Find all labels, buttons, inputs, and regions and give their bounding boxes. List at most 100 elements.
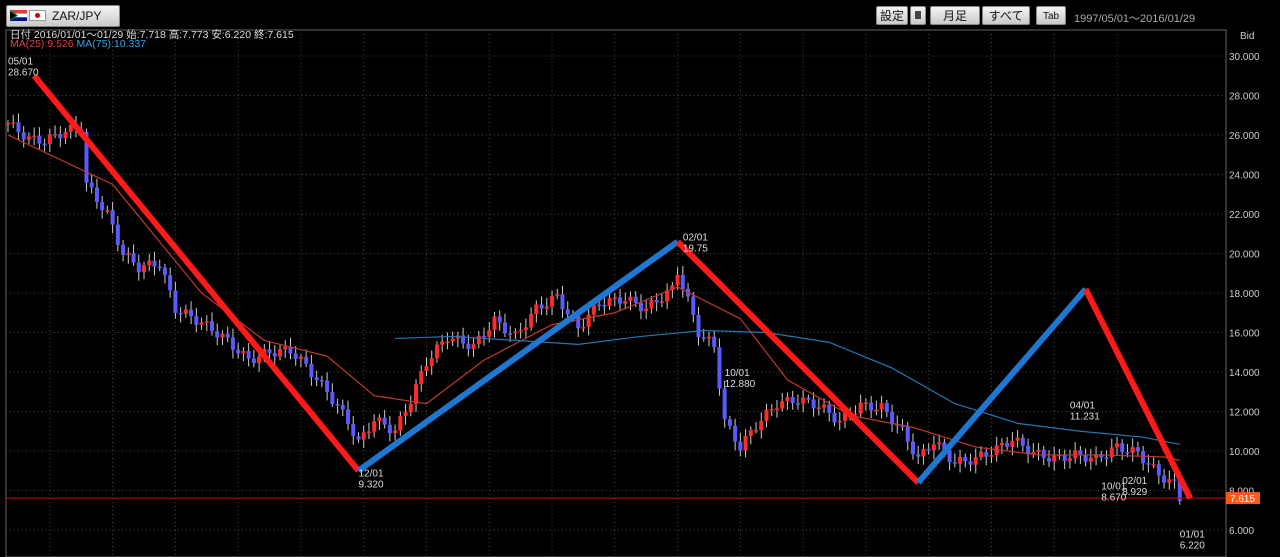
candle-body <box>644 308 649 312</box>
candle-body <box>121 244 126 255</box>
candle-body <box>94 187 99 203</box>
candle-body <box>602 305 607 307</box>
candle-body <box>722 388 727 420</box>
candle-body <box>586 314 591 328</box>
south-africa-flag-icon <box>10 10 27 21</box>
y-tick-label: 6.000 <box>1229 526 1254 537</box>
y-tick-label: 20.000 <box>1229 250 1260 261</box>
annotation-value: 19.75 <box>683 243 708 254</box>
candle-body <box>283 346 288 350</box>
candle-body <box>581 327 586 329</box>
y-tick-label: 28.000 <box>1229 92 1260 103</box>
candle-body <box>748 430 753 436</box>
candle-body <box>696 314 701 338</box>
candle-body <box>257 356 262 364</box>
annotation-date: 02/01 <box>683 232 708 243</box>
candle-body <box>210 321 215 332</box>
candle-body <box>1114 443 1119 448</box>
candle-body <box>754 429 759 432</box>
candle-body <box>225 333 230 338</box>
candle-body <box>398 415 403 431</box>
candle-body <box>1167 479 1172 483</box>
annotation-date: 01/01 <box>1180 530 1205 541</box>
candle-body <box>633 296 638 303</box>
candle-body <box>1041 449 1046 459</box>
candle-body <box>377 417 382 422</box>
candle-body <box>628 296 633 302</box>
candle-body <box>330 391 335 405</box>
settings-dropdown-icon[interactable] <box>910 6 926 25</box>
candle-body <box>544 306 549 309</box>
candle-body <box>293 353 298 359</box>
candle-body <box>717 347 722 389</box>
candle-body <box>63 131 68 139</box>
candle-body <box>110 210 115 225</box>
show-all-button[interactable]: すべて <box>982 6 1030 25</box>
annotation-value: 11.231 <box>1070 412 1100 423</box>
ma-short-line <box>7 134 1180 461</box>
candle-body <box>607 298 612 307</box>
candle-body <box>194 316 199 325</box>
candle-body <box>1073 450 1078 459</box>
japan-flag-icon <box>29 10 46 21</box>
candle-body <box>806 397 811 400</box>
toolbar: ZAR/JPY 設定 月足 すべて Tab 1997/05/01〜2016/01… <box>0 0 1280 28</box>
candle-body <box>476 335 481 344</box>
candle-body <box>429 358 434 367</box>
candle-body <box>743 435 748 451</box>
candle-body <box>1083 454 1088 462</box>
candle-body <box>1151 464 1156 466</box>
candle-body <box>1067 458 1072 461</box>
candle-body <box>37 135 42 144</box>
moving-average-legend: MA(25):9.526 MA(75):10.337 <box>10 38 146 50</box>
y-tick-label: 26.000 <box>1229 131 1260 142</box>
tab-button[interactable]: Tab <box>1036 6 1066 25</box>
candle-body <box>220 333 225 338</box>
y-tick-label: 18.000 <box>1229 289 1260 300</box>
candle-body <box>733 425 738 442</box>
y-tick-label: 22.000 <box>1229 210 1260 221</box>
candle-body <box>869 402 874 411</box>
candle-body <box>408 403 413 413</box>
candle-body <box>774 408 779 410</box>
pair-label: ZAR/JPY <box>52 9 102 23</box>
y-tick-label: 10.000 <box>1229 447 1260 458</box>
current-price-label: 7.615 <box>1230 494 1255 505</box>
candle-body <box>565 309 570 315</box>
candle-body <box>1020 437 1025 446</box>
candle-body <box>1156 464 1161 476</box>
candle-body <box>921 448 926 457</box>
candle-body <box>837 420 842 423</box>
price-chart[interactable]: 30.000 28.000 26.000 24.000 22.000 20.000 18.0… <box>0 0 1280 557</box>
candle-body <box>89 182 94 188</box>
candle-body <box>502 322 507 334</box>
candle-body <box>1010 440 1015 447</box>
candle-body <box>973 457 978 465</box>
monthly-timeframe-button[interactable]: 月足 <box>930 6 980 25</box>
candle-body <box>1172 479 1177 481</box>
candle-body <box>482 335 487 338</box>
candle-body <box>1052 455 1057 462</box>
candle-body <box>785 397 790 402</box>
currency-pair-tab[interactable]: ZAR/JPY <box>6 5 120 27</box>
annotation-value: 28.670 <box>8 67 39 78</box>
settings-button[interactable]: 設定 <box>876 6 908 25</box>
candle-body <box>1120 443 1125 453</box>
date-range-label: 1997/05/01〜2016/01/29 <box>1074 13 1196 25</box>
candle-body <box>623 301 628 304</box>
candle-body <box>963 456 968 462</box>
candle-body <box>712 336 717 348</box>
candle-body <box>278 349 283 357</box>
candle-body <box>1162 475 1167 483</box>
candle-body <box>53 134 58 136</box>
candle-body <box>131 253 136 263</box>
candle-body <box>126 253 131 255</box>
candle-body <box>162 267 167 276</box>
candle-body <box>795 403 800 405</box>
candle-body <box>356 436 361 440</box>
candle-body <box>387 424 392 434</box>
y-tick-label: 24.000 <box>1229 171 1260 182</box>
candle-body <box>26 136 31 140</box>
candle-body <box>769 409 774 411</box>
candle-body <box>340 405 345 410</box>
